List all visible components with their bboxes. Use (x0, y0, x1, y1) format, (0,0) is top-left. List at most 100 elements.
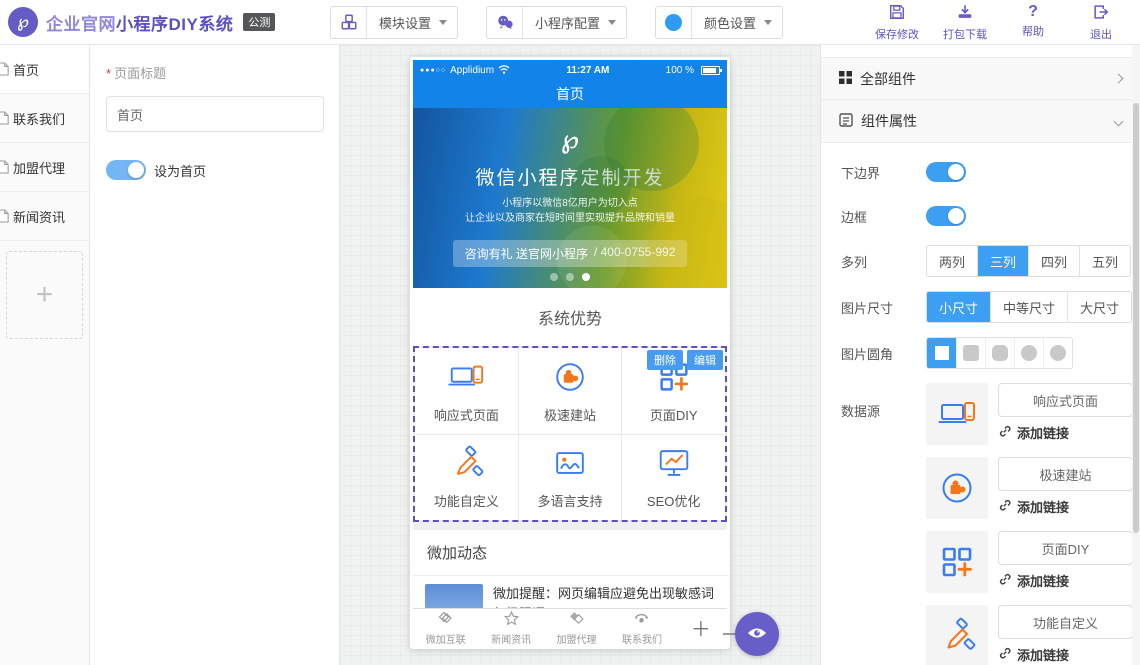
datasource-title-input[interactable] (998, 457, 1133, 491)
logout-label: 退出 (1090, 26, 1112, 42)
feature-label: SEO优化 (647, 491, 700, 510)
carousel-dot-active[interactable] (582, 273, 590, 281)
add-link-button[interactable]: 添加链接 (998, 497, 1133, 516)
columns-option-4[interactable]: 四列 (1028, 246, 1079, 276)
status-time: 11:27 AM (514, 65, 662, 76)
link-icon (998, 572, 1012, 589)
beta-badge: 公测 (243, 13, 275, 31)
preview-eye-button[interactable] (735, 612, 779, 656)
color-settings-label: 颜色设置 (692, 13, 764, 32)
image-radius-selector (926, 337, 1073, 369)
set-home-toggle[interactable] (106, 160, 146, 180)
module-settings-menu[interactable]: 模块设置 (330, 6, 458, 39)
page-icon (0, 208, 9, 224)
grid-icon (839, 71, 852, 87)
feature-cell-multilang[interactable]: 多语言支持 (519, 435, 622, 521)
page-title-label: *页面标题 (106, 63, 323, 82)
carousel-dot[interactable] (566, 273, 574, 281)
tab-add-button[interactable]: ＋ (675, 613, 727, 642)
add-link-label: 添加链接 (1017, 571, 1069, 590)
save-button[interactable]: 保存修改 (868, 3, 926, 42)
component-props-header[interactable]: 组件属性 (821, 100, 1140, 143)
image-size-segmented-control: 小尺寸 中等尺寸 大尺寸 (926, 291, 1132, 323)
wechat-icon (487, 7, 523, 38)
columns-option-3-selected[interactable]: 三列 (977, 246, 1028, 276)
radius-option-square[interactable] (956, 338, 985, 368)
radius-option-circle[interactable] (1043, 338, 1072, 368)
bottom-border-toggle[interactable] (926, 162, 966, 182)
feature-label: 多语言支持 (537, 491, 602, 510)
responsive-icon (926, 383, 988, 445)
add-link-button[interactable]: 添加链接 (998, 645, 1133, 664)
carousel-dot[interactable] (550, 273, 558, 281)
border-toggle[interactable] (926, 206, 966, 226)
feature-cell-custom[interactable]: 功能自定义 (415, 435, 518, 521)
image-size-small-selected[interactable]: 小尺寸 (927, 292, 990, 322)
feature-cell-responsive[interactable]: 响应式页面 (415, 348, 518, 434)
prop-label: 多列 (841, 252, 926, 271)
columns-option-2[interactable]: 两列 (927, 246, 977, 276)
datasource-title-input[interactable] (998, 605, 1133, 639)
panel-scrollbar[interactable] (1132, 45, 1140, 665)
color-settings-menu[interactable]: 颜色设置 (655, 6, 783, 39)
tags-icon (568, 610, 585, 630)
responsive-icon (447, 358, 485, 399)
puzzle-icon (926, 457, 988, 519)
phone-nav-bar: 首页 (413, 80, 727, 108)
add-link-button[interactable]: 添加链接 (998, 571, 1133, 590)
selection-actions: 删除 编辑 (647, 350, 723, 370)
tab-agent[interactable]: 加盟代理 (544, 610, 609, 646)
edit-component-button[interactable]: 编辑 (687, 350, 723, 370)
module-settings-label: 模块设置 (367, 13, 439, 32)
custom-pencil-icon (926, 605, 988, 665)
hero-banner[interactable]: ℘ 微信小程序定制开发 小程序以微信8亿用户为切入点 让企业以及商家在短时间里实… (413, 108, 727, 288)
help-button[interactable]: 帮助 (1004, 3, 1062, 42)
battery-icon (701, 66, 720, 75)
logout-button[interactable]: 退出 (1072, 3, 1130, 42)
add-link-button[interactable]: 添加链接 (998, 423, 1133, 442)
feature-label: 页面DIY (650, 405, 698, 424)
sidebar-item-label: 联系我们 (13, 109, 65, 128)
tab-brand[interactable]: 微加互联 (413, 610, 478, 646)
datasource-title-input[interactable] (998, 383, 1133, 417)
miniprogram-config-label: 小程序配置 (523, 13, 608, 32)
all-components-header[interactable]: 全部组件 (821, 57, 1140, 100)
link-icon (998, 498, 1012, 515)
signal-dots-icon: ●●●○○ (420, 67, 446, 74)
feature-cell-fastbuild[interactable]: 极速建站 (519, 348, 622, 434)
page-icon (0, 61, 9, 77)
prop-label: 数据源 (841, 383, 926, 420)
sidebar-item-news[interactable]: 新闻资讯 (0, 192, 89, 241)
radius-option-none-selected[interactable] (927, 338, 956, 368)
page-title-input[interactable] (106, 96, 324, 132)
scrollbar-thumb[interactable] (1133, 103, 1139, 533)
app: ℘ 企业官网小程序DIY系统 公测 模块设置 小程序配置 (0, 0, 1140, 665)
miniprogram-config-menu[interactable]: 小程序配置 (486, 6, 627, 39)
sidebar-item-home[interactable]: 首页 (0, 45, 89, 94)
delete-component-button[interactable]: 删除 (647, 350, 683, 370)
image-size-medium[interactable]: 中等尺寸 (990, 292, 1067, 322)
tab-contact[interactable]: 联系我们 (609, 610, 674, 646)
sidebar-item-agent[interactable]: 加盟代理 (0, 143, 89, 192)
columns-option-5[interactable]: 五列 (1079, 246, 1130, 276)
download-button[interactable]: 打包下载 (936, 3, 994, 42)
banner-subtitle: 小程序以微信8亿用户为切入点 让企业以及商家在短时间里实现提升品牌和销量 (413, 196, 727, 226)
sidebar-item-contact[interactable]: 联系我们 (0, 94, 89, 143)
datasource-row: 添加链接 (926, 457, 1133, 519)
feature-label: 响应式页面 (434, 405, 499, 424)
tab-news[interactable]: 新闻资讯 (478, 610, 543, 646)
add-page-button[interactable]: + (6, 251, 83, 339)
page-diy-icon (926, 531, 988, 593)
help-label: 帮助 (1022, 23, 1044, 39)
prop-row-image-size: 图片尺寸 小尺寸 中等尺寸 大尺寸 (841, 291, 1140, 323)
image-size-large[interactable]: 大尺寸 (1067, 292, 1131, 322)
selected-feature-grid[interactable]: 删除 编辑 响应式页面 极速建站 页面DIY (413, 346, 727, 522)
feature-cell-seo[interactable]: SEO优化 (622, 435, 725, 521)
link-icon (998, 424, 1012, 441)
radius-option-more-rounded[interactable] (1014, 338, 1043, 368)
puzzle-icon (551, 358, 589, 399)
radius-option-rounded[interactable] (985, 338, 1014, 368)
header-menus: 模块设置 小程序配置 颜色设置 (330, 6, 783, 39)
datasource-title-input[interactable] (998, 531, 1133, 565)
color-dot-icon (656, 7, 692, 38)
